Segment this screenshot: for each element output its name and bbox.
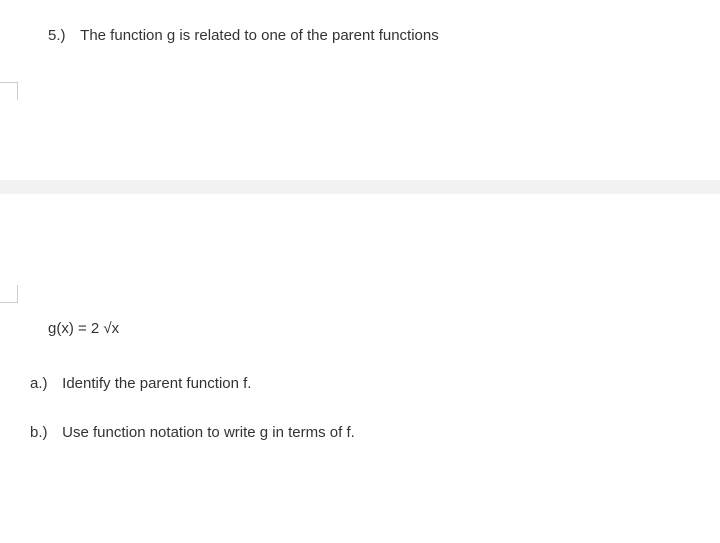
part-b-text: Use function notation to write g in term… xyxy=(62,422,355,445)
crop-mark-bottom xyxy=(0,285,18,303)
question-number: 5.) xyxy=(48,25,76,48)
part-b-label: b.) xyxy=(30,422,58,445)
equation-line: g(x) = 2 √x xyxy=(48,320,700,337)
crop-mark-top xyxy=(0,82,18,100)
section-divider xyxy=(0,180,720,194)
part-b: b.) Use function notation to write g in … xyxy=(30,422,700,445)
question-section-top: 5.) The function g is related to one of … xyxy=(0,0,720,180)
part-a-text: Identify the parent function f. xyxy=(62,373,251,396)
part-a: a.) Identify the parent function f. xyxy=(30,373,700,396)
question-section-bottom: g(x) = 2 √x a.) Identify the parent func… xyxy=(0,320,720,444)
part-a-label: a.) xyxy=(30,373,58,396)
question-5: 5.) The function g is related to one of … xyxy=(48,25,720,48)
question-prompt: The function g is related to one of the … xyxy=(80,25,439,48)
